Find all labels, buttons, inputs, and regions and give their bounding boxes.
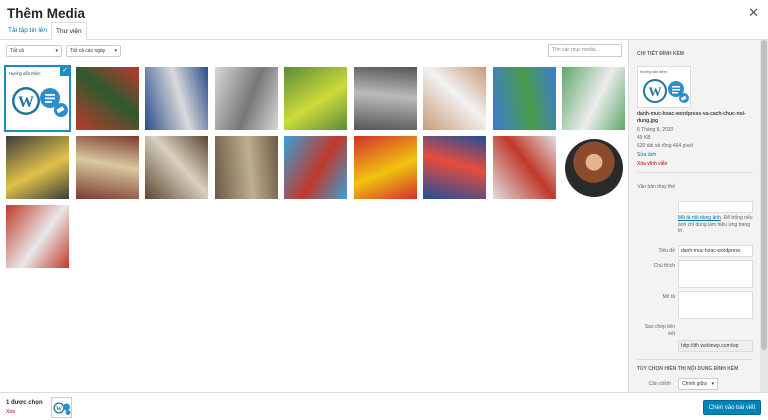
caption-field[interactable] (678, 260, 753, 288)
svg-text:W: W (649, 84, 662, 99)
svg-text:W: W (18, 94, 34, 111)
display-settings-heading: Tùy chọn hiển thị nội dung đính kèm (637, 366, 739, 372)
chevron-down-icon: ▾ (55, 48, 58, 54)
tab-library[interactable]: Thư viện (51, 22, 87, 40)
wordpress-logo-icon: W (53, 402, 71, 415)
description-label: Mô tả (662, 294, 675, 300)
align-value: Chính giữa (682, 381, 707, 387)
title-label: Tiêu đề (658, 248, 676, 254)
details-thumbnail: Hướng dẫn thêm W (637, 66, 691, 108)
description-field[interactable] (678, 291, 753, 319)
sidebar-scrollbar[interactable] (760, 40, 768, 392)
media-thumbnail[interactable] (423, 67, 486, 130)
align-label: Căn chỉnh (648, 381, 671, 387)
edit-image-link[interactable]: Sửa ảnh (637, 152, 656, 158)
check-icon[interactable]: ✓ (60, 67, 69, 76)
alt-text-label: Văn bản thay thế (637, 184, 675, 190)
media-thumbnail[interactable] (6, 205, 69, 268)
media-thumbnail[interactable] (353, 67, 417, 130)
tab-upload[interactable]: Tải tập tin lên (4, 22, 51, 40)
media-toolbar: Tất cả ▾ Tất cả các ngày ▾ (0, 41, 628, 61)
alt-text-help: Mô tả nội dung ảnh. Để trống nếu ảnh chỉ… (678, 215, 756, 235)
media-thumbnail[interactable] (75, 67, 139, 130)
scrollbar-thumb[interactable] (761, 40, 767, 350)
modal-title: Thêm Media (7, 6, 86, 21)
delete-permanently-link[interactable]: Xóa vĩnh viễn (637, 161, 667, 167)
thumbnail-caption: Hướng dẫn thêm (9, 71, 41, 76)
details-dimensions: 620 dài và rộng 464 pixel (637, 143, 693, 149)
wordpress-logo-icon: Hướng dẫn thêm W (638, 67, 690, 107)
selected-thumbnail[interactable]: W (51, 397, 72, 418)
divider (637, 359, 753, 360)
clear-selection-link[interactable]: Xóa (6, 409, 15, 415)
media-tabs: Tải tập tin lên Thư viện (0, 22, 768, 40)
media-thumbnail[interactable] (284, 136, 347, 199)
filter-type-select[interactable]: Tất cả ▾ (6, 45, 62, 57)
media-thumbnail[interactable] (492, 67, 556, 130)
media-thumbnail[interactable] (75, 136, 139, 199)
svg-text:W: W (56, 407, 62, 413)
caption-label: Chú thích (653, 263, 675, 269)
details-date: 6 Tháng 8, 2020 (637, 127, 674, 133)
filter-type-value: Tất cả (10, 48, 24, 54)
wordpress-logo-icon: Hướng dẫn thêm W (6, 67, 69, 130)
media-thumbnail[interactable] (492, 136, 556, 199)
media-thumbnail[interactable] (562, 136, 625, 199)
attachment-details-sidebar: Chi tiết đính kèm Hướng dẫn thêm W danh-… (628, 40, 768, 392)
svg-text:Hướng dẫn thêm: Hướng dẫn thêm (640, 69, 667, 74)
close-icon[interactable]: ✕ (748, 5, 759, 21)
media-modal: Thêm Media ✕ Tải tập tin lên Thư viện Tấ… (0, 0, 768, 420)
filter-date-select[interactable]: Tất cả các ngày ▾ (66, 45, 121, 57)
chevron-down-icon: ▾ (114, 48, 117, 54)
selection-count: 1 được chọn (6, 400, 43, 406)
media-thumbnail[interactable] (562, 67, 625, 130)
media-thumbnail[interactable] (423, 136, 486, 199)
media-thumbnail[interactable] (214, 136, 278, 199)
details-heading: Chi tiết đính kèm (637, 51, 684, 57)
copy-url-field[interactable]: http://dh.webinwp.com/wp (678, 340, 753, 352)
copy-url-label: Sao chép liên kết (644, 324, 675, 337)
media-grid: Hướng dẫn thêm W ✓ (0, 62, 628, 392)
alt-text-field[interactable] (678, 201, 753, 213)
details-filesize: 49 KB (637, 135, 651, 141)
filter-date-value: Tất cả các ngày (70, 48, 106, 54)
media-search-input[interactable]: Tìm các mục media... (548, 44, 622, 57)
divider (637, 172, 753, 173)
alt-text-help-link[interactable]: Mô tả nội dung ảnh (678, 215, 721, 221)
media-thumbnail[interactable]: Hướng dẫn thêm W ✓ (4, 65, 71, 132)
align-select[interactable]: Chính giữa ▾ (678, 378, 718, 390)
details-filename: danh-muc-hoac-wordpress-va-cach-chuc-noi… (637, 111, 746, 124)
title-field[interactable]: danh-muc-hoac-wordpress (678, 245, 753, 257)
media-thumbnail[interactable] (145, 67, 208, 130)
media-footer: 1 được chọn Xóa W Chèn vào bài viết (0, 392, 768, 420)
media-thumbnail[interactable] (145, 136, 208, 199)
media-thumbnail[interactable] (214, 67, 278, 130)
media-thumbnail[interactable] (6, 136, 69, 199)
insert-into-post-button[interactable]: Chèn vào bài viết (703, 400, 761, 415)
media-thumbnail[interactable] (353, 136, 417, 199)
media-thumbnail[interactable] (284, 67, 347, 130)
chevron-down-icon: ▾ (711, 381, 714, 387)
